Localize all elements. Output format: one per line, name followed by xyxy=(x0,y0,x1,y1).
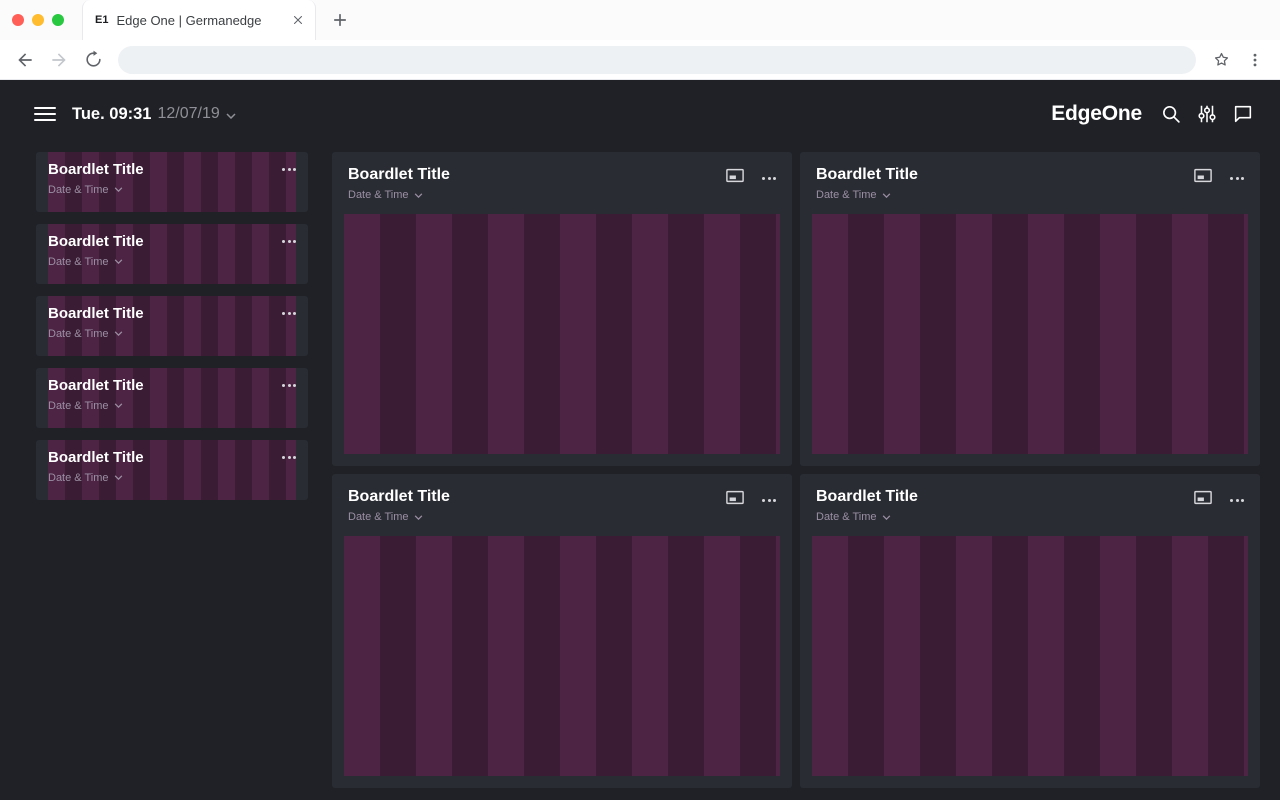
boardlet-chart-placeholder xyxy=(812,536,1248,776)
window-zoom-button[interactable] xyxy=(52,14,64,26)
boardlet-title: Boardlet Title xyxy=(816,487,918,507)
new-tab-button[interactable] xyxy=(326,6,354,34)
chevron-down-icon xyxy=(114,259,123,264)
boardlet-title: Boardlet Title xyxy=(348,165,450,185)
datetime-selector[interactable]: Tue. 09:31 12/07/19 xyxy=(72,104,236,124)
more-options-icon[interactable] xyxy=(282,168,296,171)
boardlet-chart-placeholder xyxy=(344,214,780,454)
browser-toolbar xyxy=(0,40,1280,80)
boardlet-chart-placeholder xyxy=(812,214,1248,454)
more-options-icon[interactable] xyxy=(1230,499,1244,502)
browser-menu-button[interactable] xyxy=(1240,45,1270,75)
boardlet-title: Boardlet Title xyxy=(48,161,296,180)
back-button[interactable] xyxy=(10,45,40,75)
boardlet-grid: Boardlet Title Date & Time xyxy=(332,152,1260,788)
boardlet-card: Boardlet Title Date & Time xyxy=(332,152,792,466)
boardlet-sidebar: Boardlet Title Date & Time Boardlet Titl… xyxy=(36,152,308,788)
picture-in-picture-icon[interactable] xyxy=(726,490,744,510)
boardlet-title: Boardlet Title xyxy=(816,165,918,185)
more-options-icon[interactable] xyxy=(1230,177,1244,180)
more-options-icon[interactable] xyxy=(762,499,776,502)
address-bar[interactable] xyxy=(118,46,1196,74)
datetime-dropdown[interactable]: Date & Time xyxy=(48,328,123,340)
more-options-icon[interactable] xyxy=(282,384,296,387)
boardlet-chart-placeholder xyxy=(344,536,780,776)
address-input[interactable] xyxy=(132,52,1182,67)
chevron-down-icon xyxy=(114,475,123,480)
window-controls xyxy=(0,0,70,40)
chat-icon[interactable] xyxy=(1228,99,1258,129)
close-tab-icon[interactable] xyxy=(289,11,307,29)
search-icon[interactable] xyxy=(1156,99,1186,129)
picture-in-picture-icon[interactable] xyxy=(1194,490,1212,510)
datetime-dropdown[interactable]: Date & Time xyxy=(816,511,891,523)
more-options-icon[interactable] xyxy=(282,312,296,315)
chevron-down-icon xyxy=(882,515,891,520)
edgeone-logo: EdgeOne xyxy=(1051,102,1142,126)
boardlet-title: Boardlet Title xyxy=(48,449,296,468)
boardlet-card: Boardlet Title Date & Time xyxy=(800,474,1260,788)
reload-button[interactable] xyxy=(78,45,108,75)
chevron-down-icon xyxy=(414,515,423,520)
boardlet-title: Boardlet Title xyxy=(48,377,296,396)
window-minimize-button[interactable] xyxy=(32,14,44,26)
datetime-dropdown[interactable]: Date & Time xyxy=(348,189,423,201)
bookmark-star-button[interactable] xyxy=(1206,45,1236,75)
more-options-icon[interactable] xyxy=(282,456,296,459)
filter-sliders-icon[interactable] xyxy=(1192,99,1222,129)
boardlet-title: Boardlet Title xyxy=(48,233,296,252)
datetime-dropdown[interactable]: Date & Time xyxy=(816,189,891,201)
boardlet-title: Boardlet Title xyxy=(48,305,296,324)
current-time: Tue. 09:31 xyxy=(72,105,151,124)
datetime-dropdown[interactable]: Date & Time xyxy=(48,184,123,196)
header-actions xyxy=(1156,99,1258,129)
datetime-dropdown[interactable]: Date & Time xyxy=(48,256,123,268)
dashboard-header: Tue. 09:31 12/07/19 EdgeOne xyxy=(0,80,1280,148)
current-date: 12/07/19 xyxy=(157,105,219,123)
boardlet-card: Boardlet Title Date & Time xyxy=(800,152,1260,466)
menu-icon[interactable] xyxy=(34,107,56,121)
boardlet-mini[interactable]: Boardlet Title Date & Time xyxy=(36,368,308,428)
window-close-button[interactable] xyxy=(12,14,24,26)
boardlet-mini[interactable]: Boardlet Title Date & Time xyxy=(36,440,308,500)
more-options-icon[interactable] xyxy=(762,177,776,180)
datetime-dropdown[interactable]: Date & Time xyxy=(48,472,123,484)
boardlet-mini[interactable]: Boardlet Title Date & Time xyxy=(36,224,308,284)
boardlet-title: Boardlet Title xyxy=(348,487,450,507)
chevron-down-icon xyxy=(882,193,891,198)
tab-title: Edge One | Germanedge xyxy=(116,13,281,28)
chevron-down-icon xyxy=(414,193,423,198)
browser-tab-strip: E1 Edge One | Germanedge xyxy=(0,0,1280,40)
dashboard-content: Boardlet Title Date & Time Boardlet Titl… xyxy=(0,148,1280,800)
datetime-dropdown[interactable]: Date & Time xyxy=(48,400,123,412)
forward-button[interactable] xyxy=(44,45,74,75)
chevron-down-icon xyxy=(114,187,123,192)
browser-tab[interactable]: E1 Edge One | Germanedge xyxy=(82,0,316,40)
picture-in-picture-icon[interactable] xyxy=(726,168,744,188)
boardlet-mini[interactable]: Boardlet Title Date & Time xyxy=(36,296,308,356)
boardlet-mini[interactable]: Boardlet Title Date & Time xyxy=(36,152,308,212)
chevron-down-icon xyxy=(114,403,123,408)
chevron-down-icon xyxy=(114,331,123,336)
more-options-icon[interactable] xyxy=(282,240,296,243)
boardlet-card: Boardlet Title Date & Time xyxy=(332,474,792,788)
dashboard: Tue. 09:31 12/07/19 EdgeOne xyxy=(0,80,1280,800)
datetime-dropdown[interactable]: Date & Time xyxy=(348,511,423,523)
picture-in-picture-icon[interactable] xyxy=(1194,168,1212,188)
favicon: E1 xyxy=(95,14,108,26)
chevron-down-icon xyxy=(226,106,236,124)
